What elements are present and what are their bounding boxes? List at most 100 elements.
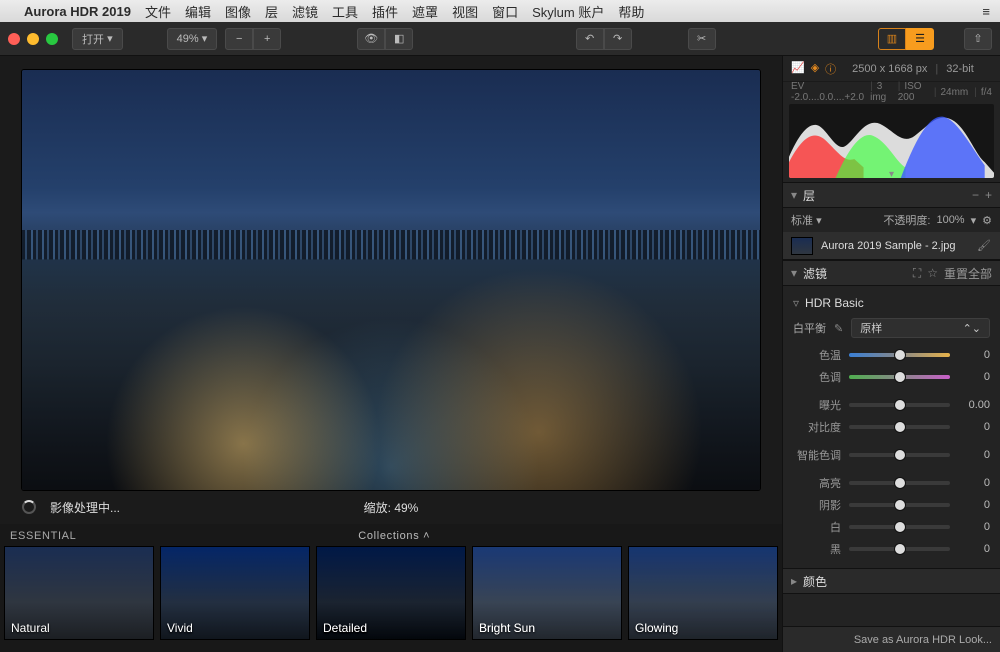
filters-panel-button[interactable]: ☰ — [906, 28, 934, 50]
slider-knob[interactable] — [895, 544, 905, 554]
preset-detailed[interactable]: Detailed — [316, 546, 466, 640]
zoom-level-dropdown[interactable]: 49% ▾ — [167, 28, 218, 50]
chevron-down-icon[interactable]: ▾ — [889, 169, 894, 178]
slider-track[interactable] — [849, 547, 950, 551]
menu-view[interactable]: 视图 — [452, 2, 478, 21]
progress-spinner-icon — [22, 500, 36, 514]
slider-knob[interactable] — [895, 450, 905, 460]
redo-button[interactable]: ↷ — [604, 28, 632, 50]
slider-knob[interactable] — [895, 422, 905, 432]
info-icon[interactable]: ⓘ — [825, 61, 836, 77]
slider-曝光: 曝光 0.00 — [783, 394, 1000, 416]
close-window-button[interactable] — [8, 33, 20, 45]
crop-button[interactable]: ✂ — [688, 28, 716, 50]
opacity-value[interactable]: 100% — [936, 214, 964, 226]
add-layer-button[interactable]: + — [985, 188, 992, 202]
slider-knob[interactable] — [895, 350, 905, 360]
collections-dropdown[interactable]: Collections ˄ — [76, 530, 712, 542]
menu-edit[interactable]: 编辑 — [185, 2, 211, 21]
slider-track[interactable] — [849, 453, 950, 457]
image-dimensions: 2500 x 1668 px — [852, 63, 927, 75]
menubar-right: ≡ — [982, 4, 990, 19]
star-icon[interactable]: ☆ — [927, 266, 938, 280]
open-label: 打开 — [82, 31, 104, 47]
slider-value[interactable]: 0 — [958, 477, 990, 489]
compare-button[interactable]: ◧ — [385, 28, 413, 50]
menu-layer[interactable]: 层 — [265, 2, 278, 21]
slider-knob[interactable] — [895, 500, 905, 510]
transform-icon[interactable]: ⛶ — [913, 266, 921, 281]
slider-knob[interactable] — [895, 400, 905, 410]
preset-vivid[interactable]: Vivid — [160, 546, 310, 640]
preset-glowing[interactable]: Glowing — [628, 546, 778, 640]
image-viewport[interactable] — [22, 70, 760, 490]
white-balance-select[interactable]: 原样 ⌃⌄ — [851, 318, 990, 338]
open-button[interactable]: 打开 ▾ — [72, 28, 123, 50]
menu-tools[interactable]: 工具 — [332, 2, 358, 21]
slider-knob[interactable] — [895, 522, 905, 532]
eyedropper-icon[interactable]: ✎ — [834, 322, 843, 335]
remove-layer-button[interactable]: − — [972, 188, 979, 202]
slider-track[interactable] — [849, 375, 950, 379]
reset-all-button[interactable]: 重置全部 — [944, 265, 992, 282]
slider-value[interactable]: 0 — [958, 349, 990, 361]
preset-natural[interactable]: Natural — [4, 546, 154, 640]
slider-track[interactable] — [849, 353, 950, 357]
white-balance-value: 原样 — [860, 320, 882, 336]
preview-toggle-button[interactable]: 👁 — [357, 28, 385, 50]
layer-settings-icon[interactable]: ⚙ — [982, 214, 992, 227]
slider-knob[interactable] — [895, 372, 905, 382]
iso-value: ISO 200 — [898, 81, 928, 103]
menu-window[interactable]: 窗口 — [492, 2, 518, 21]
slider-value[interactable]: 0 — [958, 499, 990, 511]
preset-bright-sun[interactable]: Bright Sun — [472, 546, 622, 640]
filter-group-title: HDR Basic — [805, 296, 864, 310]
collapse-layers-icon[interactable]: ▾ — [791, 188, 797, 202]
collapse-group-icon[interactable]: ▿ — [793, 296, 799, 310]
menubar-extra-icon[interactable]: ≡ — [982, 4, 990, 19]
menu-plugins[interactable]: 插件 — [372, 2, 398, 21]
menu-image[interactable]: 图像 — [225, 2, 251, 21]
layer-row[interactable]: Aurora 2019 Sample - 2.jpg 🖌 — [783, 232, 1000, 260]
histogram-icon[interactable]: 📈 — [791, 61, 805, 77]
app-name[interactable]: Aurora HDR 2019 — [24, 4, 131, 19]
histogram[interactable]: ▾ — [789, 104, 994, 178]
opacity-chevron-icon[interactable]: ▾ — [971, 214, 977, 227]
zoom-in-button[interactable]: + — [253, 28, 281, 50]
presets-panel-button[interactable]: ▥ — [878, 28, 906, 50]
save-as-look-button[interactable]: Save as Aurora HDR Look... — [783, 626, 1000, 652]
slider-track[interactable] — [849, 481, 950, 485]
layers-icon[interactable]: ◈ — [811, 61, 819, 77]
slider-黑: 黑 0 — [783, 538, 1000, 560]
undo-button[interactable]: ↶ — [576, 28, 604, 50]
minimize-window-button[interactable] — [27, 33, 39, 45]
slider-value[interactable]: 0 — [958, 421, 990, 433]
slider-track[interactable] — [849, 425, 950, 429]
slider-track[interactable] — [849, 503, 950, 507]
slider-value[interactable]: 0 — [958, 449, 990, 461]
macos-menubar: Aurora HDR 2019 文件 编辑 图像 层 滤镜 工具 插件 遮罩 视… — [0, 0, 1000, 22]
zoom-status: 缩放: 49% — [364, 499, 419, 516]
slider-value[interactable]: 0 — [958, 543, 990, 555]
collapse-filters-icon[interactable]: ▾ — [791, 266, 797, 280]
blend-mode-dropdown[interactable]: 标准 ▾ — [791, 212, 822, 228]
slider-track[interactable] — [849, 403, 950, 407]
slider-白: 白 0 — [783, 516, 1000, 538]
menu-filter[interactable]: 滤镜 — [292, 2, 318, 21]
menu-mask[interactable]: 遮罩 — [412, 2, 438, 21]
zoom-window-button[interactable] — [46, 33, 58, 45]
slider-阴影: 阴影 0 — [783, 494, 1000, 516]
slider-value[interactable]: 0 — [958, 521, 990, 533]
menu-account[interactable]: Skylum 账户 — [532, 2, 604, 21]
menu-file[interactable]: 文件 — [145, 2, 171, 21]
export-button[interactable]: ⇧ — [964, 28, 992, 50]
filter-color-header[interactable]: ▸ 颜色 — [783, 568, 1000, 594]
side-panel: 📈 ◈ ⓘ 2500 x 1668 px | 32-bit EV -2.0...… — [782, 56, 1000, 652]
zoom-out-button[interactable]: − — [225, 28, 253, 50]
slider-track[interactable] — [849, 525, 950, 529]
slider-knob[interactable] — [895, 478, 905, 488]
slider-value[interactable]: 0.00 — [958, 399, 990, 411]
menu-help[interactable]: 帮助 — [618, 2, 644, 21]
slider-value[interactable]: 0 — [958, 371, 990, 383]
mask-brush-icon[interactable]: 🖌 — [976, 239, 992, 252]
